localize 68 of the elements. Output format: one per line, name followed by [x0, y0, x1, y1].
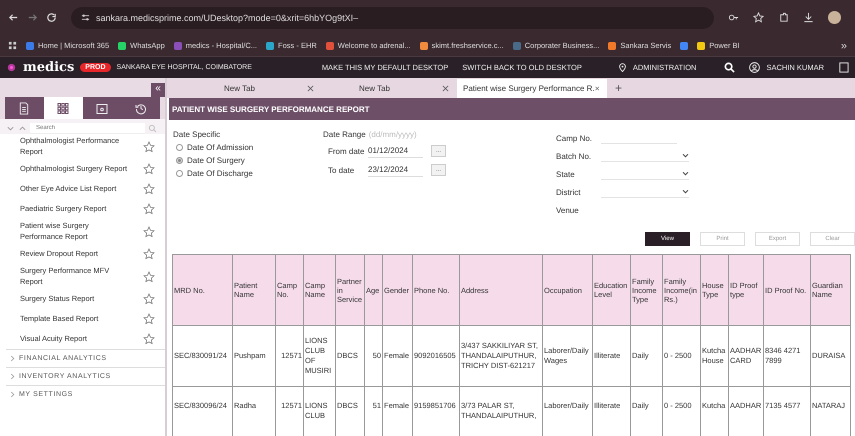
radio-button[interactable]: [176, 170, 183, 177]
radio-label: Date Of Admission: [187, 143, 254, 152]
star-icon[interactable]: [143, 333, 155, 345]
field-label: District: [556, 188, 582, 196]
star-icon[interactable]: [143, 203, 155, 215]
reload-icon[interactable]: [46, 12, 57, 23]
history-icon: [134, 102, 147, 114]
star-icon[interactable]: [143, 183, 155, 195]
star-icon[interactable]: [143, 313, 155, 325]
search-icon[interactable]: [724, 62, 736, 73]
radio-button[interactable]: [176, 157, 183, 164]
new-tab-button[interactable]: +: [607, 81, 630, 95]
chevron-icon: [10, 355, 15, 362]
star-icon[interactable]: [143, 293, 155, 305]
collapse-all-icon[interactable]: [18, 124, 27, 133]
forward-icon[interactable]: [27, 12, 38, 23]
expand-all-icon[interactable]: [6, 124, 15, 133]
dropdown-icon: [682, 153, 689, 158]
user-icon: [749, 62, 760, 73]
site-settings-icon[interactable]: [81, 13, 90, 22]
date-field[interactable]: 01/12/2024: [368, 144, 423, 158]
profile-avatar[interactable]: [828, 11, 841, 24]
radio-label: Date Of Surgery: [187, 156, 245, 165]
collapse-button[interactable]: «: [151, 83, 165, 97]
more-bookmarks[interactable]: »: [840, 40, 847, 52]
download-icon[interactable]: [803, 12, 814, 23]
dropdown-icon: [682, 189, 689, 194]
chevron-icon: [10, 391, 15, 398]
field-label: Venue: [556, 206, 580, 214]
apps-icon[interactable]: [8, 41, 17, 50]
field-label: Date Specific: [173, 130, 222, 139]
document-icon: [18, 102, 30, 114]
app-logo: medics: [23, 60, 74, 75]
close-icon[interactable]: [307, 85, 314, 92]
format-hint: (dd/mm/yyyy): [368, 130, 417, 139]
dropdown-icon: [682, 171, 689, 176]
star-icon[interactable]: [143, 226, 155, 238]
star-icon[interactable]: [143, 270, 155, 282]
location-icon: [618, 63, 627, 72]
radio-label: Date Of Discharge: [187, 169, 253, 178]
key-icon[interactable]: [728, 12, 739, 23]
tab[interactable]: Patient wise Surgery Performance R.: [457, 79, 607, 98]
bookmark-icon[interactable]: [680, 42, 688, 50]
star-icon[interactable]: [143, 140, 155, 152]
star-icon[interactable]: [143, 163, 155, 175]
date-field[interactable]: 23/12/2024: [368, 163, 423, 177]
back-icon[interactable]: [8, 12, 19, 23]
tab[interactable]: New Tab: [187, 79, 322, 98]
folder-icon: [96, 102, 108, 114]
tab[interactable]: New Tab: [322, 79, 457, 98]
close-icon[interactable]: [594, 85, 599, 92]
radio-button[interactable]: [176, 144, 183, 151]
field-label: Camp No.: [556, 134, 594, 142]
field-label: From date: [328, 146, 366, 156]
panel-icon[interactable]: [838, 62, 849, 73]
close-icon[interactable]: [442, 85, 449, 92]
extensions-icon[interactable]: [778, 12, 789, 23]
grid-icon: [57, 102, 70, 114]
field-label: Batch No.: [556, 152, 592, 160]
star-icon[interactable]: [143, 248, 155, 260]
field-label: State: [556, 170, 576, 178]
chevron-icon: [10, 373, 15, 380]
address-field[interactable]: sankara.medicsprime.com/UDesktop?mode=0&xrit=6hbYOg9tXI–: [71, 6, 714, 28]
sidebar-tab[interactable]: [44, 97, 82, 119]
logo-icon: [6, 62, 17, 73]
field-label: Date Range: [323, 130, 366, 139]
field-label: To date: [328, 166, 356, 174]
report-title: PATIENT WISE SURGERY PERFORMANCE REPORT: [169, 98, 855, 120]
